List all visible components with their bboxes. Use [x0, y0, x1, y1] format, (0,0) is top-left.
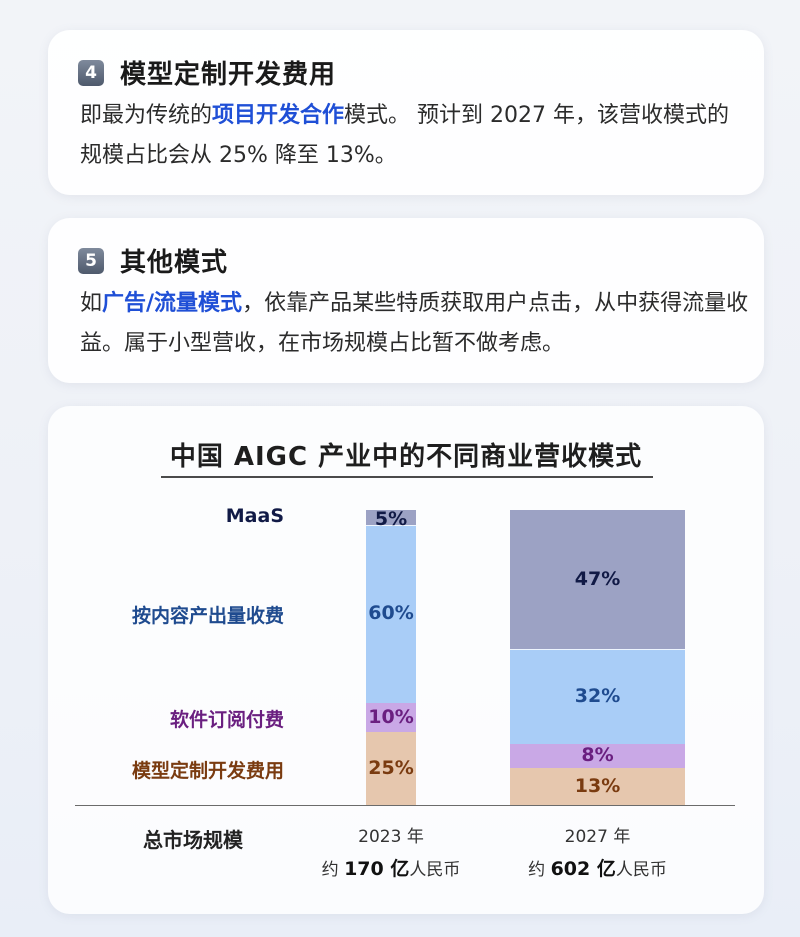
- series-label: 软件订阅付费: [169, 708, 284, 731]
- column-footer: 2027 年约 602 亿人民币: [508, 821, 688, 886]
- card-title: 其他模式: [120, 248, 229, 278]
- description-text: 如: [80, 291, 103, 316]
- chart-card: 中国 AIGC 产业中的不同商业营收模式 25% 模型定制开发费用 10% 软件订阅付…: [48, 406, 764, 914]
- data-label: 60%: [368, 602, 414, 625]
- category-label: 2027 年: [564, 827, 631, 847]
- column-footer: 2023 年约 170 亿人民币: [301, 821, 481, 886]
- data-label: 32%: [574, 684, 621, 707]
- data-label: 8%: [581, 743, 614, 766]
- card-header: 4 模型定制开发费用: [78, 54, 336, 91]
- card-title: 模型定制开发费用: [120, 60, 337, 90]
- highlight-text: 广告/流量模式: [102, 291, 243, 316]
- total-size-value: 约 170 亿人民币: [321, 858, 461, 880]
- chart-title: 中国 AIGC 产业中的不同商业营收模式: [169, 442, 643, 472]
- series-label: 模型定制开发费用: [131, 760, 284, 783]
- data-label: 5%: [374, 508, 408, 530]
- category-label: 2023 年: [358, 827, 424, 847]
- revenue-mode-card-5: 5 其他模式 如广告/流量模式，依靠产品某些特质获取用户点击，从中获得流量收益。…: [48, 218, 764, 383]
- highlight-text: 项目开发合作: [212, 103, 345, 128]
- data-label: 25%: [368, 757, 414, 780]
- revenue-mode-card-4: 4 模型定制开发费用 即最为传统的项目开发合作模式。 预计到 2027 年，该营…: [48, 30, 764, 195]
- number-badge: 5: [78, 247, 104, 274]
- data-label: 10%: [368, 705, 414, 728]
- total-market-size-label: 总市场规模: [143, 828, 243, 852]
- description-text: 即最为传统的: [80, 103, 213, 128]
- number-badge: 4: [78, 59, 104, 86]
- total-size-value: 约 602 亿人民币: [528, 858, 667, 880]
- data-label: 13%: [574, 774, 621, 797]
- card-header: 5 其他模式: [78, 242, 228, 279]
- chart-baseline: [75, 805, 735, 806]
- card-description: 如广告/流量模式，依靠产品某些特质获取用户点击，从中获得流量收益。属于小型营收，…: [80, 284, 750, 364]
- title-underline: [161, 476, 653, 478]
- data-label: 47%: [574, 568, 621, 591]
- card-description: 即最为传统的项目开发合作模式。 预计到 2027 年，该营收模式的规模占比会从 …: [80, 96, 750, 176]
- series-label: MaaS: [225, 505, 284, 528]
- series-label: 按内容产出量收费: [131, 605, 284, 628]
